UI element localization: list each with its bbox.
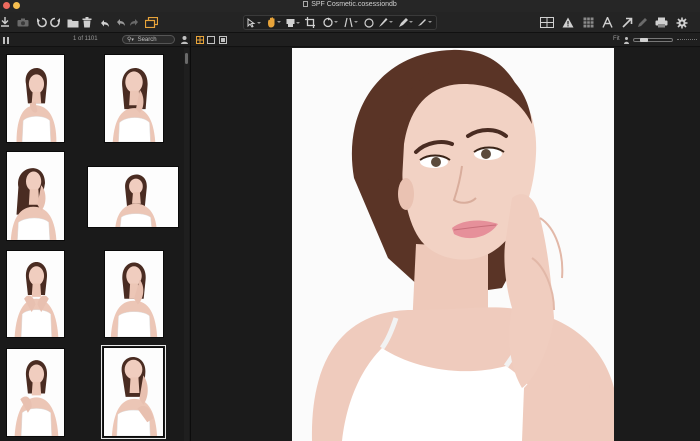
crop-icon[interactable] bbox=[305, 16, 319, 29]
browser-header: 1 of 1101 ⚲▾ Search bbox=[0, 33, 190, 47]
loupe-icon[interactable] bbox=[286, 16, 300, 29]
thumbnail-4[interactable] bbox=[87, 166, 179, 228]
view-filmstrip-icon[interactable] bbox=[219, 36, 227, 44]
viewer-grid-icon[interactable] bbox=[540, 16, 554, 29]
rotate-icon[interactable] bbox=[323, 16, 339, 29]
view-grid-icon[interactable] bbox=[196, 36, 204, 44]
eraser-icon[interactable] bbox=[398, 16, 413, 29]
image-count: 1 of 1101 bbox=[73, 36, 98, 42]
thumbnail-7[interactable] bbox=[6, 348, 65, 437]
pen-icon[interactable] bbox=[637, 16, 648, 29]
print-icon[interactable] bbox=[655, 16, 668, 29]
search-input[interactable]: ⚲▾ Search bbox=[122, 35, 175, 44]
import-icon[interactable] bbox=[0, 16, 10, 29]
settings-icon[interactable] bbox=[676, 16, 688, 29]
trash-icon[interactable] bbox=[82, 16, 92, 29]
copy-adjustments-icon[interactable] bbox=[145, 16, 158, 29]
thumbnail-2[interactable] bbox=[104, 54, 164, 143]
thumbnail-8-selected[interactable] bbox=[101, 345, 166, 439]
viewer-header: Fit bbox=[191, 33, 700, 47]
rotate-left-icon[interactable] bbox=[36, 16, 47, 29]
capture-one-window: SPF Cosmetic.cosessiondb 1 of 1101 ⚲▾ Se… bbox=[0, 0, 700, 441]
pause-icon[interactable] bbox=[3, 36, 9, 44]
view-single-icon[interactable] bbox=[207, 36, 215, 44]
main-photo[interactable] bbox=[292, 48, 614, 441]
window-title: SPF Cosmetic.cosessiondb bbox=[0, 1, 700, 8]
browser-scrollbar-thumb[interactable] bbox=[185, 53, 188, 64]
gradient-icon[interactable] bbox=[417, 16, 433, 29]
select-icon[interactable] bbox=[247, 16, 261, 29]
browser-scrollbar[interactable] bbox=[184, 48, 189, 441]
pan-icon[interactable] bbox=[266, 16, 282, 29]
undo-icon[interactable] bbox=[116, 16, 126, 29]
thumbnail-6[interactable] bbox=[104, 250, 164, 338]
rotate-right-icon[interactable] bbox=[50, 16, 61, 29]
document-icon bbox=[303, 1, 309, 7]
zoom-fit-label: Fit bbox=[613, 36, 620, 42]
user-icon[interactable] bbox=[180, 36, 188, 44]
thumbnail-5[interactable] bbox=[6, 250, 65, 338]
zoom-ticks bbox=[677, 39, 697, 41]
camera-icon[interactable] bbox=[17, 16, 29, 29]
title-bar: SPF Cosmetic.cosessiondb bbox=[0, 0, 700, 12]
folder-icon[interactable] bbox=[67, 16, 79, 29]
main-toolbar bbox=[0, 12, 700, 33]
text-icon[interactable] bbox=[602, 16, 613, 29]
brush-icon[interactable] bbox=[378, 16, 393, 29]
zoom-person-icon bbox=[623, 36, 629, 44]
zoom-slider[interactable] bbox=[633, 38, 673, 42]
zoom-slider-thumb[interactable] bbox=[640, 38, 648, 42]
redo-icon[interactable] bbox=[129, 16, 139, 29]
search-placeholder: Search bbox=[137, 37, 157, 43]
undo-all-icon[interactable] bbox=[99, 16, 110, 29]
cursor-arrow-icon[interactable] bbox=[622, 16, 633, 29]
warning-icon[interactable] bbox=[562, 16, 574, 29]
grid-icon[interactable] bbox=[583, 16, 594, 29]
spot-icon[interactable] bbox=[364, 16, 374, 29]
keystone-icon[interactable] bbox=[344, 16, 358, 29]
thumbnail-1[interactable] bbox=[6, 54, 65, 143]
thumbnail-3[interactable] bbox=[6, 151, 65, 241]
